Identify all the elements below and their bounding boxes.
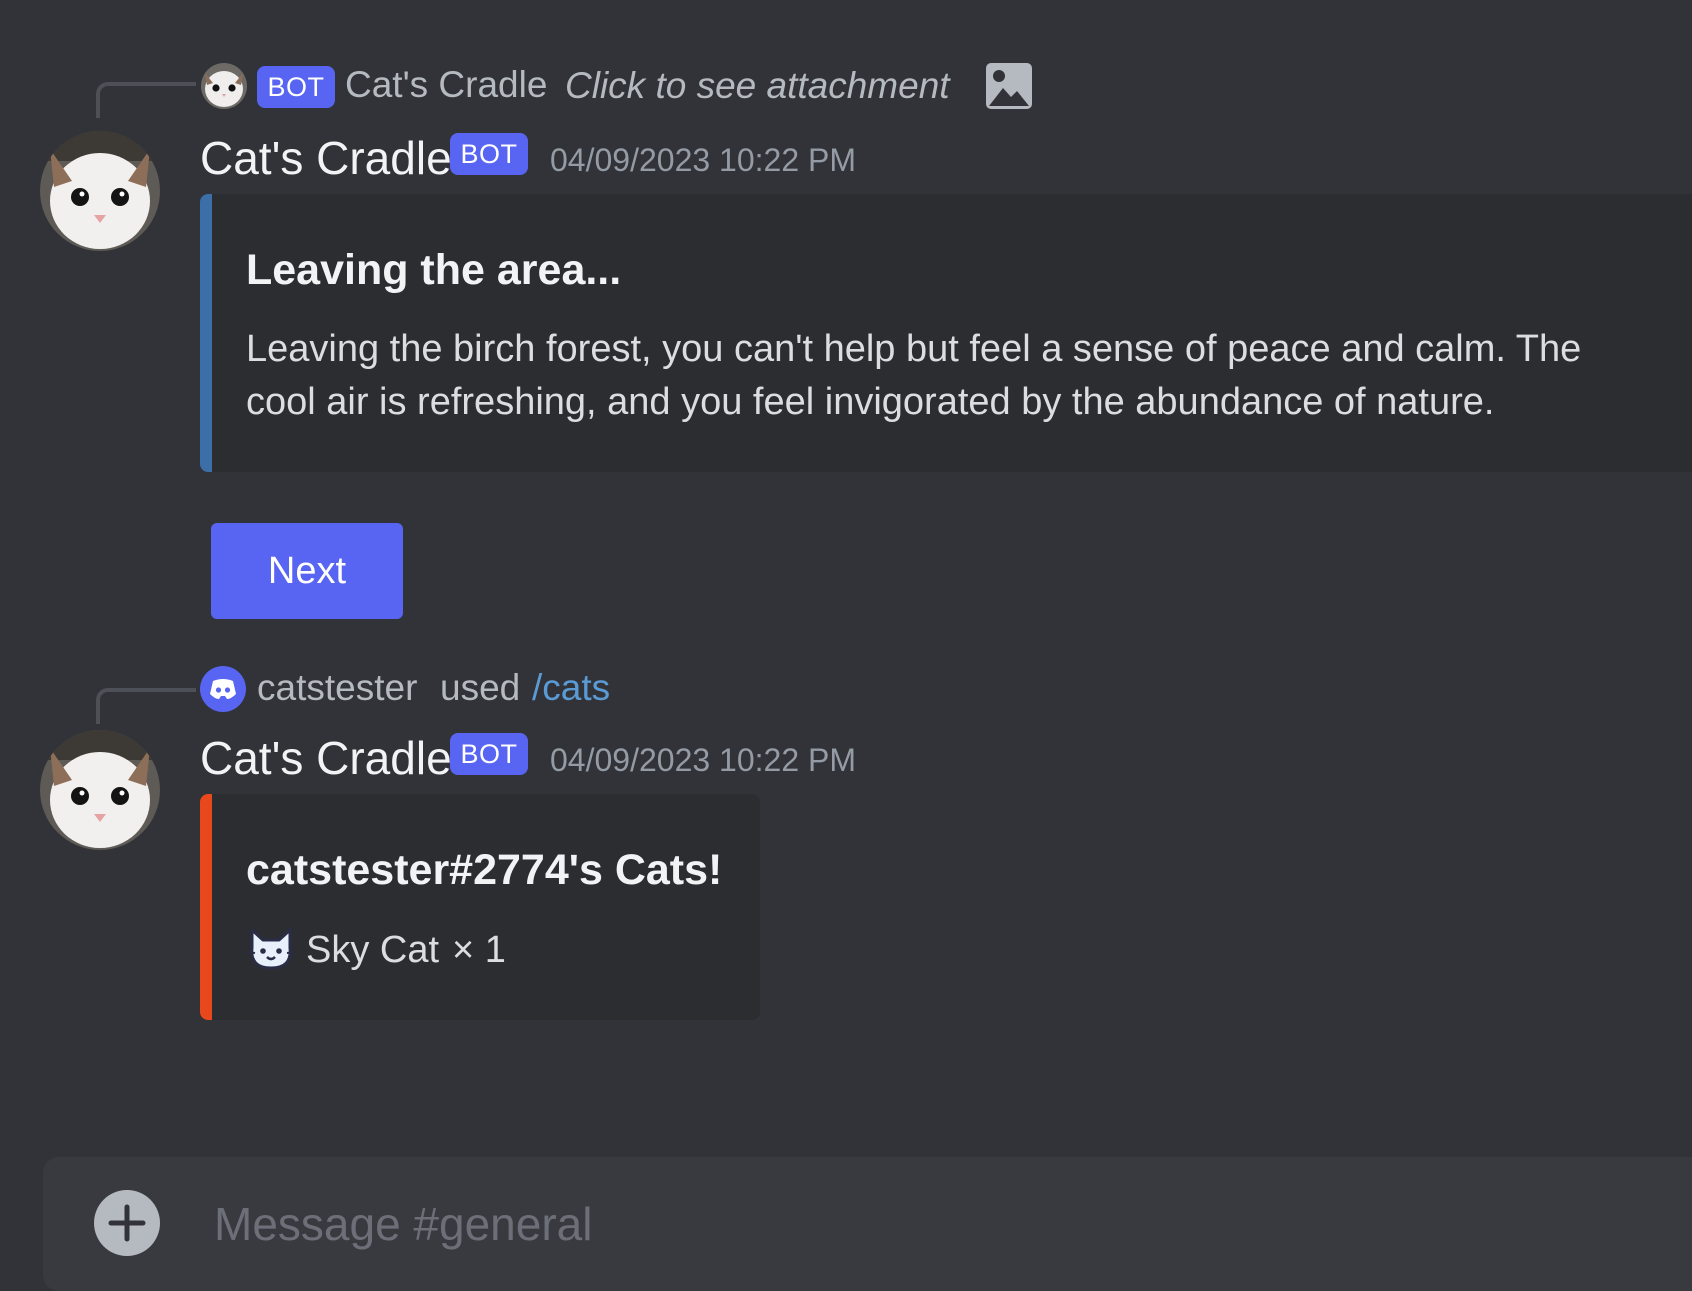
next-button[interactable]: Next (211, 523, 403, 619)
reply-author-name[interactable]: Cat's Cradle (345, 64, 547, 106)
reply-avatar[interactable] (201, 63, 247, 109)
timestamp[interactable]: 04/09/2023 10:22 PM (550, 742, 856, 779)
embed-description: Leaving the birch forest, you can't help… (246, 328, 1582, 423)
timestamp[interactable]: 04/09/2023 10:22 PM (550, 142, 856, 179)
reply-spine (96, 82, 196, 118)
bot-tag: BOT (450, 733, 528, 775)
cat-item-name: Sky Cat (306, 929, 440, 971)
author-name[interactable]: Cat's Cradle (200, 131, 452, 185)
bot-tag: BOT (450, 133, 528, 175)
add-attachment-button[interactable] (94, 1190, 160, 1256)
embed-accent-bar (200, 194, 212, 472)
embed: Leaving the area... Leaving the birch fo… (200, 194, 1692, 472)
author-avatar[interactable] (40, 131, 160, 251)
embed-title: Leaving the area... (246, 246, 622, 294)
author-avatar[interactable] (40, 730, 160, 850)
author-name[interactable]: Cat's Cradle (200, 731, 452, 785)
discord-icon[interactable] (200, 666, 246, 712)
embed-accent-bar (200, 794, 212, 1020)
interaction-user[interactable]: catstester (257, 667, 417, 709)
image-icon[interactable] (985, 62, 1033, 110)
interaction-command[interactable]: /cats (532, 667, 610, 709)
embed: catstester#2774's Cats! Sky Cat × 1 (200, 794, 760, 1020)
interaction-verb: used (440, 667, 521, 708)
reply-bot-tag: BOT (257, 66, 335, 108)
message-input[interactable] (212, 1184, 1616, 1264)
reply-preview-text[interactable]: Click to see attachment (565, 65, 950, 107)
cat-item-count: × 1 (452, 929, 506, 971)
cat-face-icon (246, 926, 296, 972)
plus-icon (108, 1204, 146, 1242)
embed-title: catstester#2774's Cats! (246, 846, 723, 894)
interaction-spine (96, 688, 196, 724)
